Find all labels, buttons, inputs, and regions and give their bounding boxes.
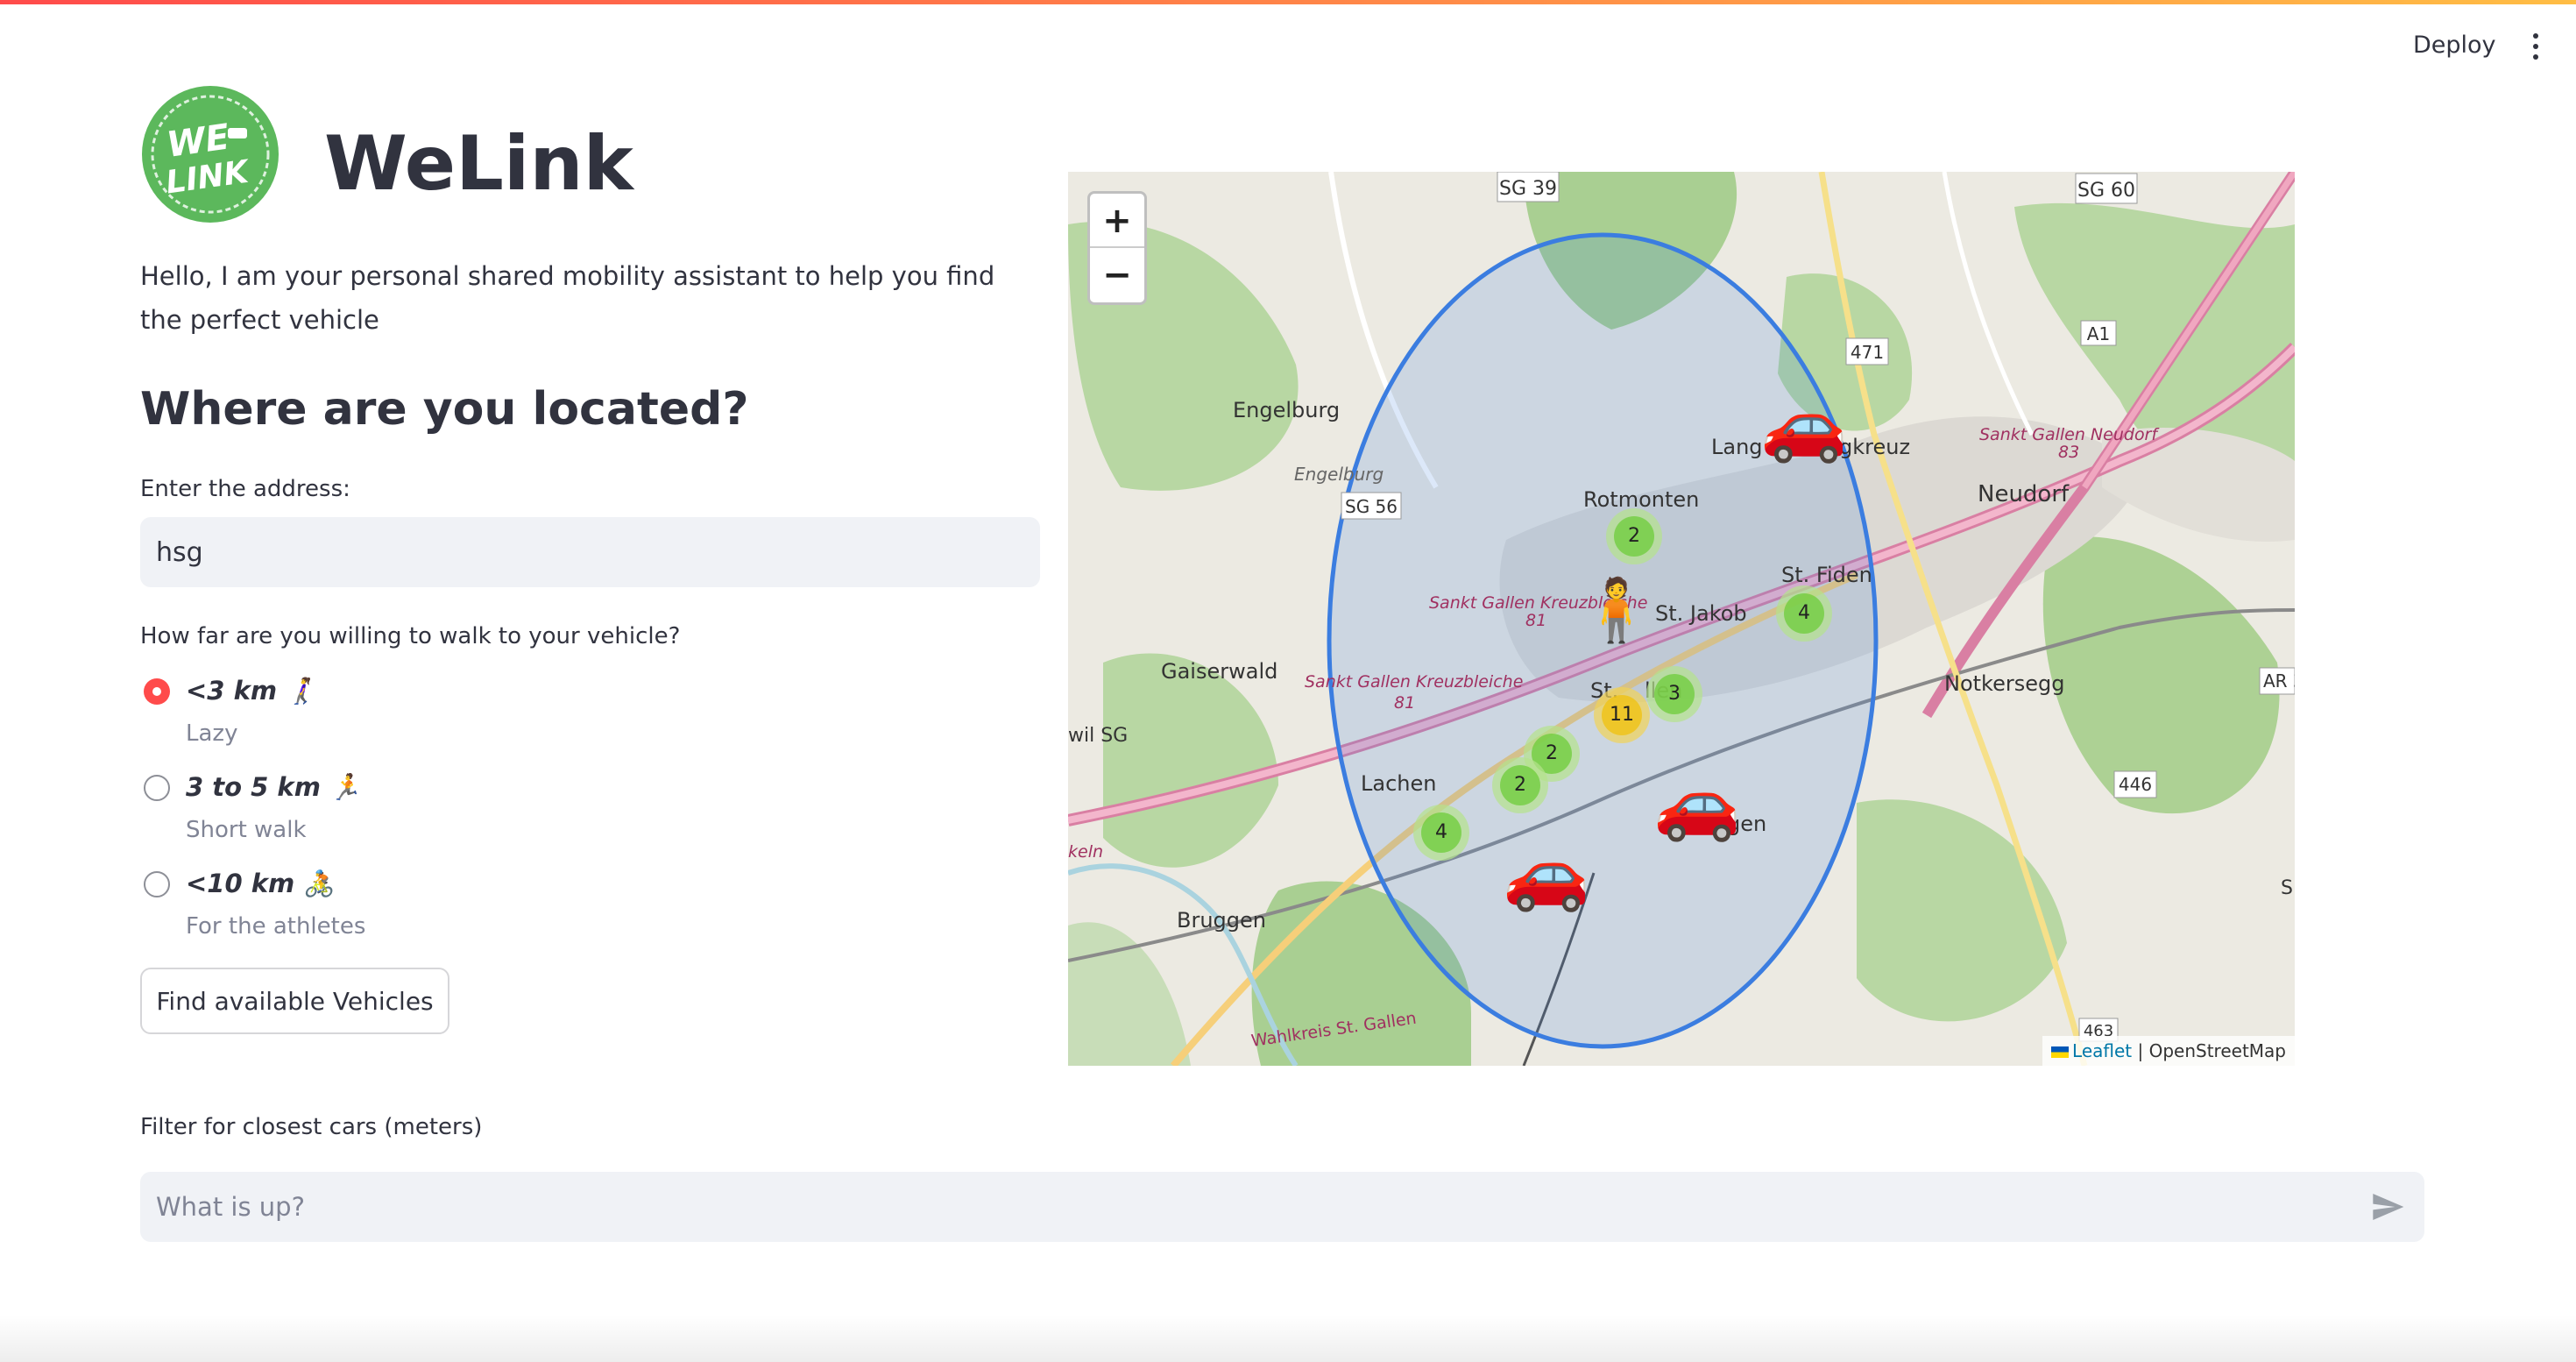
chat-input-container: [140, 1172, 2424, 1242]
map-tiles: SG 39 SG 60 471 A1 Engelburg Engelburg S…: [1068, 172, 2295, 1066]
osm-link[interactable]: OpenStreetMap: [2149, 1040, 2286, 1061]
cluster-count: 4: [1784, 593, 1824, 634]
map-label: Sankt Gallen Kreuzbleiche: [1305, 672, 1523, 692]
map-label: SG 56: [1345, 496, 1398, 517]
leaflet-link[interactable]: Leaflet: [2072, 1040, 2132, 1061]
map-label: keln: [1068, 842, 1103, 862]
cluster-marker[interactable]: 3: [1646, 666, 1702, 722]
cluster-count: 4: [1421, 812, 1461, 853]
map-label: AR 3: [2263, 670, 2295, 692]
radio-label: <3 km 🚶‍♀️: [186, 676, 318, 706]
kebab-menu-icon[interactable]: [2523, 30, 2548, 63]
map-label: A1: [2087, 323, 2110, 344]
radio-caption: Short walk: [186, 817, 307, 843]
map-label: 81: [1394, 693, 1415, 713]
zoom-out-button[interactable]: −: [1090, 248, 1144, 302]
bottom-shadow: [0, 1315, 2576, 1362]
welink-logo: WE LINK: [140, 84, 280, 224]
radio-button[interactable]: [144, 871, 170, 897]
cluster-count: 11: [1602, 695, 1642, 735]
car-marker[interactable]: 🚗: [1760, 386, 1848, 465]
radio-label: <10 km 🚴: [186, 869, 336, 898]
map-label: Lachen: [1361, 771, 1436, 796]
radio-caption: Lazy: [186, 720, 238, 747]
map-label: Engelburg: [1233, 398, 1340, 422]
deploy-button[interactable]: Deploy: [2401, 26, 2509, 65]
map-label: Sp: [2281, 877, 2295, 899]
radio-caption: For the athletes: [186, 913, 366, 940]
cluster-marker[interactable]: 2: [1492, 757, 1548, 813]
map-label: Rotmonten: [1583, 487, 1699, 512]
radio-label: 3 to 5 km 🏃: [186, 772, 362, 802]
cluster-count: 2: [1500, 765, 1540, 805]
car-marker[interactable]: 🚗: [1653, 764, 1741, 843]
cluster-marker[interactable]: 2: [1606, 508, 1662, 564]
map-label: Gaiserwald: [1161, 659, 1277, 684]
map-label: Bruggen: [1177, 908, 1266, 933]
cluster-marker[interactable]: 4: [1413, 805, 1469, 861]
map-label: 446: [2119, 774, 2152, 795]
map-label: wil SG: [1068, 725, 1128, 747]
map-label: Notkersegg: [1944, 671, 2064, 696]
radio-option-under-10km[interactable]: <10 km 🚴 For the athletes: [140, 861, 754, 948]
cluster-marker[interactable]: 4: [1776, 585, 1832, 642]
app-title: WeLink: [324, 120, 633, 208]
find-vehicles-button[interactable]: Find available Vehicles: [140, 968, 449, 1034]
cluster-count: 2: [1614, 516, 1654, 557]
cluster-count: 3: [1654, 674, 1695, 714]
address-input[interactable]: [140, 517, 1040, 587]
chat-input[interactable]: [140, 1172, 2331, 1242]
vehicle-map[interactable]: SG 39 SG 60 471 A1 Engelburg Engelburg S…: [1068, 172, 2295, 1066]
map-label: 81: [1525, 611, 1546, 630]
map-label: 471: [1851, 342, 1884, 363]
map-label: 83: [2058, 443, 2079, 462]
map-label: SG 39: [1499, 178, 1557, 200]
map-label: Sankt Gallen Neudorf: [1979, 425, 2160, 444]
map-label: St. Jakob: [1655, 601, 1747, 626]
map-label: SG 60: [2077, 180, 2135, 202]
radio-button-selected[interactable]: [144, 678, 170, 705]
location-heading: Where are you located?: [140, 383, 749, 436]
intro-text: Hello, I am your personal shared mobilit…: [140, 261, 995, 335]
radio-option-3-to-5km[interactable]: 3 to 5 km 🏃 Short walk: [140, 764, 754, 852]
map-label: Lang: [1711, 435, 1763, 459]
walk-distance-question: How far are you willing to walk to your …: [140, 623, 681, 649]
user-location-marker[interactable]: 🧍: [1578, 575, 1654, 645]
car-marker[interactable]: 🚗: [1503, 834, 1590, 913]
address-label: Enter the address:: [140, 476, 350, 502]
map-attribution: Leaflet | OpenStreetMap: [2042, 1036, 2295, 1066]
map-label: gkreuz: [1839, 435, 1910, 459]
map-label: Neudorf: [1978, 481, 2070, 507]
chat-label: Filter for closest cars (meters): [140, 1114, 483, 1140]
radio-option-under-3km[interactable]: <3 km 🚶‍♀️ Lazy: [140, 668, 754, 755]
cluster-marker[interactable]: 11: [1594, 687, 1650, 743]
map-label: St. Fiden: [1781, 563, 1872, 587]
flag-icon: [2051, 1046, 2070, 1058]
map-label: Engelburg: [1294, 464, 1384, 485]
top-decoration-bar: [0, 0, 2576, 4]
zoom-in-button[interactable]: +: [1090, 194, 1144, 248]
attribution-separator: |: [2132, 1040, 2149, 1061]
send-icon[interactable]: [2370, 1189, 2405, 1224]
zoom-controls: + −: [1087, 191, 1147, 305]
radio-button[interactable]: [144, 775, 170, 801]
